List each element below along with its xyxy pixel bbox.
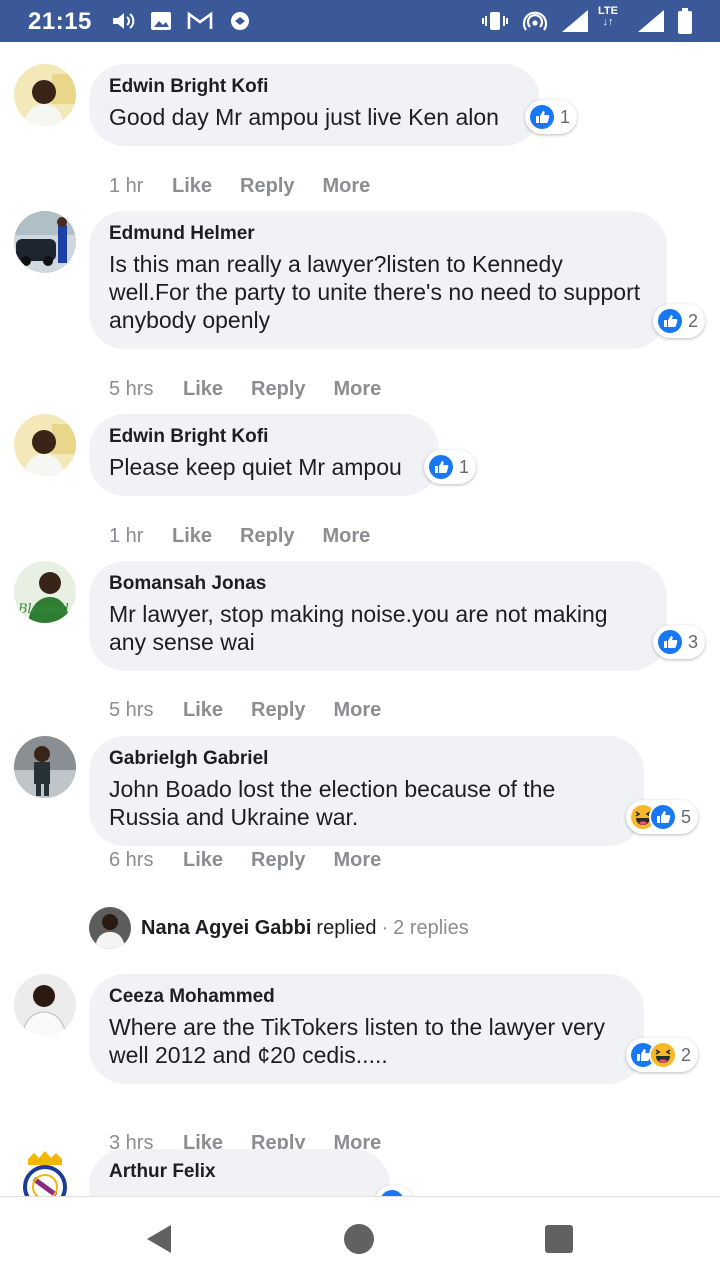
like-button[interactable]: Like (183, 378, 223, 401)
comment-time: 1 hr (109, 525, 144, 547)
home-icon[interactable] (341, 1221, 377, 1257)
comment-actions: 1 hr Like Reply More (109, 175, 398, 198)
data-saver-icon (231, 12, 249, 30)
image-icon (151, 12, 171, 30)
replied-label: replied (316, 916, 377, 939)
more-button[interactable]: More (334, 849, 382, 872)
reaction-summary[interactable]: 3 (653, 625, 706, 659)
like-reaction-icon (656, 628, 684, 656)
more-button[interactable]: More (334, 378, 382, 401)
reaction-count: 5 (681, 806, 692, 827)
comment-author[interactable]: Edmund Helmer (109, 222, 647, 246)
comment-text: Please keep quiet Mr ampou (109, 454, 402, 480)
reaction-count: 2 (688, 310, 699, 331)
reply-count[interactable]: 2 replies (393, 917, 469, 940)
volume-icon (113, 13, 135, 29)
comment-author[interactable]: Edwin Bright Kofi (109, 75, 520, 99)
reply-button[interactable]: Reply (240, 175, 294, 198)
comment-bubble[interactable]: Ceeza Mohammed Where are the TikTokers l… (89, 974, 644, 1084)
avatar[interactable] (14, 1149, 76, 1196)
comment-bubble[interactable]: Gabrielgh Gabriel John Boado lost the el… (89, 736, 644, 846)
like-reaction-icon (378, 1188, 406, 1196)
comment-text: Is this man really a lawyer?listen to Ke… (109, 251, 641, 333)
svg-text:Blessed: Blessed (17, 602, 69, 617)
comment-actions: 1 hr Like Reply More (109, 525, 398, 548)
comment-author[interactable]: Gabrielgh Gabriel (109, 747, 624, 771)
hotspot-icon (522, 11, 548, 31)
comment-bubble[interactable]: Edwin Bright Kofi Good day Mr ampou just… (89, 64, 540, 146)
vibrate-icon (482, 12, 508, 30)
comment-time: 1 hr (109, 175, 144, 197)
battery-icon (678, 8, 692, 34)
comment-actions: 5 hrs Like Reply More (109, 378, 409, 401)
reaction-count: 3 (688, 631, 699, 652)
reaction-summary[interactable]: 5 (626, 800, 699, 834)
like-button[interactable]: Like (183, 699, 223, 722)
reaction-summary[interactable]: 1 (424, 450, 477, 484)
comment-time: 5 hrs (109, 699, 154, 721)
like-button[interactable]: Like (172, 175, 212, 198)
like-button[interactable]: Like (172, 525, 212, 548)
comment-author[interactable]: Bomansah Jonas (109, 572, 647, 596)
like-reaction-icon (656, 307, 684, 335)
more-button[interactable]: More (323, 175, 371, 198)
signal-icon (562, 10, 588, 32)
comment-time: 5 hrs (109, 378, 154, 400)
like-button[interactable]: Like (183, 849, 223, 872)
gmail-icon (187, 11, 213, 29)
comment-author[interactable]: Ceeza Mohammed (109, 985, 624, 1009)
reaction-summary[interactable]: 2 (653, 304, 706, 338)
reply-button[interactable]: Reply (251, 699, 305, 722)
comment-bubble[interactable]: Edwin Bright Kofi Please keep quiet Mr a… (89, 414, 439, 496)
comment-author[interactable]: Arthur Felix (109, 1160, 370, 1184)
status-bar: 21:15 LTE ↓↑ (0, 0, 720, 42)
more-button[interactable]: More (334, 699, 382, 722)
reply-button[interactable]: Reply (251, 378, 305, 401)
navigation-bar (0, 1196, 720, 1280)
reaction-summary[interactable]: 2 (626, 1038, 699, 1072)
comment-text: Good day Mr ampou just live Ken alon (109, 104, 499, 130)
comment-text: John Boado lost the election because of … (109, 776, 556, 830)
avatar[interactable] (14, 64, 76, 126)
reply-button[interactable]: Reply (251, 849, 305, 872)
comment-feed[interactable]: Edwin Bright Kofi Good day Mr ampou just… (0, 42, 720, 1196)
comment-bubble[interactable]: Arthur Felix (89, 1149, 390, 1196)
comment-bubble[interactable]: Edmund Helmer Is this man really a lawye… (89, 211, 667, 349)
comment-actions: 6 hrs Like Reply More (109, 849, 409, 872)
more-button[interactable]: More (323, 525, 371, 548)
comment-author[interactable]: Edwin Bright Kofi (109, 425, 419, 449)
like-reaction-icon (528, 103, 556, 131)
view-replies-link[interactable]: Nana Agyei Gabbi replied · 2 replies (89, 907, 469, 949)
network-label: LTE ↓↑ (598, 5, 618, 28)
comment-bubble[interactable]: Bomansah Jonas Mr lawyer, stop making no… (89, 561, 667, 671)
comment-time: 6 hrs (109, 849, 154, 871)
comment-text: Mr lawyer, stop making noise.you are not… (109, 601, 608, 655)
like-reaction-icon (649, 803, 677, 831)
reply-button[interactable]: Reply (240, 525, 294, 548)
like-reaction-icon (427, 453, 455, 481)
reaction-count: 1 (560, 106, 571, 127)
reaction-summary[interactable]: 1 (525, 100, 578, 134)
avatar[interactable] (14, 974, 76, 1036)
reaction-count: 1 (459, 456, 470, 477)
comment-actions: 5 hrs Like Reply More (109, 699, 409, 722)
haha-reaction-icon (649, 1041, 677, 1069)
recents-icon[interactable] (541, 1221, 577, 1257)
separator-dot: · (381, 916, 389, 939)
status-time: 21:15 (28, 8, 92, 35)
comment-text: Where are the TikTokers listen to the la… (109, 1014, 605, 1068)
reaction-count: 2 (681, 1044, 692, 1065)
avatar[interactable] (14, 736, 76, 798)
avatar[interactable] (14, 414, 76, 476)
avatar[interactable] (14, 211, 76, 273)
signal-icon (638, 10, 664, 32)
reply-author[interactable]: Nana Agyei Gabbi (141, 917, 311, 940)
back-icon[interactable] (141, 1221, 177, 1257)
avatar (89, 907, 131, 949)
avatar[interactable]: Blessed (14, 561, 76, 623)
